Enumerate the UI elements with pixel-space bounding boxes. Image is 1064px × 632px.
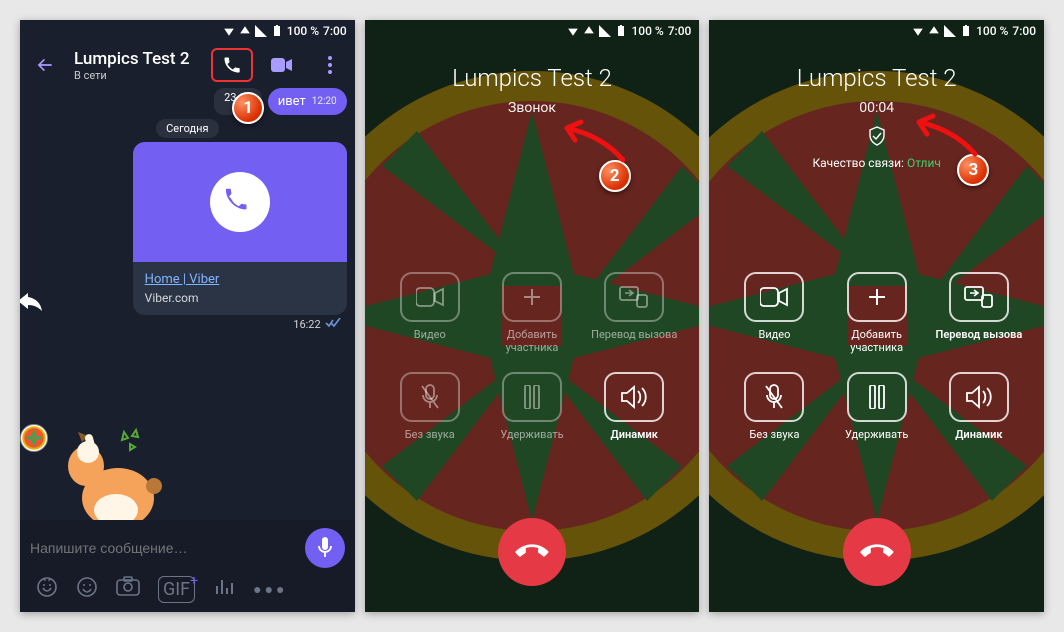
annotation-arrow-2 (555, 118, 625, 164)
encryption-shield-icon (868, 126, 886, 150)
read-checks-icon (325, 318, 341, 328)
video-icon (416, 287, 444, 307)
call-content: Lumpics Test 2 00:04 Качество связи: Отл… (709, 20, 1044, 612)
battery-icon (271, 25, 283, 37)
phone-icon (222, 55, 242, 75)
annotation-badge-3: 3 (957, 154, 989, 186)
phone-3-connected: 100 % 7:00 Lumpics Test 2 00:04 Качество… (709, 20, 1044, 612)
viber-logo-icon (208, 170, 272, 234)
sticker-picker-icon[interactable] (36, 576, 58, 603)
camera-icon[interactable] (116, 576, 140, 603)
forward-icon[interactable] (20, 293, 42, 317)
kebab-icon (328, 56, 332, 74)
call-buttons-grid: Видео Добавить участника Перевод вызова … (365, 272, 700, 442)
call-btn-transfer[interactable]: Перевод вызова (928, 272, 1030, 354)
emoji-picker-icon[interactable] (76, 576, 98, 603)
presence-text: В сети (74, 69, 201, 82)
pause-icon (868, 385, 886, 409)
call-content: Lumpics Test 2 Звонок 2 Видео Добавить у… (365, 20, 700, 612)
call-btn-add[interactable]: Добавить участника (826, 272, 928, 354)
mic-off-icon (764, 384, 784, 410)
chat-title-area[interactable]: Lumpics Test 2 В сети (74, 49, 201, 82)
call-btn-transfer[interactable]: Перевод вызова (583, 272, 685, 354)
mic-icon (316, 537, 334, 559)
call-btn-speaker[interactable]: Динамик (583, 372, 685, 441)
more-menu-button[interactable] (311, 46, 349, 84)
mic-off-icon (420, 384, 440, 410)
call-btn-hold[interactable]: Удерживать (826, 372, 928, 441)
poll-icon[interactable] (213, 576, 235, 603)
compose-bar: GIF+ ●●● (20, 520, 355, 612)
call-btn-add[interactable]: Добавить участника (481, 272, 583, 354)
cell-bars-icon (255, 25, 267, 37)
video-icon (760, 287, 788, 307)
call-btn-video[interactable]: Видео (723, 272, 825, 354)
quality-line: Качество связи: Отлич (812, 156, 940, 170)
chat-header: Lumpics Test 2 В сети (20, 42, 355, 88)
speaker-icon (965, 385, 993, 409)
link-title[interactable]: Home | Viber (145, 272, 220, 287)
video-call-button[interactable] (263, 46, 301, 84)
message-bubble-1[interactable]: ивет 12:20 (268, 88, 347, 115)
message-input[interactable] (30, 540, 295, 556)
status-bar: 100 % 7:00 (365, 20, 700, 42)
call-btn-mute[interactable]: Без звука (379, 372, 481, 441)
back-arrow-icon (35, 55, 55, 75)
cat-thumbsup-sticker (56, 424, 176, 534)
video-icon (271, 57, 293, 73)
hangup-icon (854, 529, 899, 574)
signal-down-icon (223, 25, 235, 37)
call-btn-mute[interactable]: Без звука (723, 372, 825, 441)
annotation-badge-1: 1 (232, 92, 264, 124)
speaker-icon (620, 385, 648, 409)
call-status-text: Звонок (508, 100, 556, 116)
battery-text: 100 % (287, 24, 319, 38)
pause-icon (523, 385, 541, 409)
hangup-button[interactable] (843, 518, 911, 586)
link-domain: Viber.com (145, 291, 335, 305)
back-button[interactable] (26, 46, 64, 84)
hangup-button[interactable] (498, 518, 566, 586)
link-timestamp: 16:22 (293, 318, 320, 331)
plus-icon (865, 285, 889, 309)
call-btn-speaker[interactable]: Динамик (928, 372, 1030, 441)
annotation-arrow-3 (907, 112, 977, 158)
chat-body[interactable]: 23.04 ивет 12:20 Сегодня Home | Viber Vi… (20, 88, 355, 520)
status-bar: 100 % 7:00 (709, 20, 1044, 42)
call-buttons-grid: Видео Добавить участника Перевод вызова … (709, 272, 1044, 442)
call-btn-hold[interactable]: Удерживать (481, 372, 583, 441)
link-preview-image (133, 142, 347, 262)
call-btn-video[interactable]: Видео (379, 272, 481, 354)
date-chip-today: Сегодня (156, 119, 218, 138)
transfer-icon (964, 286, 994, 308)
voice-call-button[interactable] (211, 48, 253, 82)
transfer-icon (619, 286, 649, 308)
call-timer: 00:04 (859, 100, 894, 116)
hangup-icon (509, 529, 554, 574)
call-contact-name: Lumpics Test 2 (452, 64, 612, 92)
gif-icon[interactable]: GIF+ (158, 576, 195, 603)
clock-text: 7:00 (323, 24, 347, 38)
sticker-message[interactable] (56, 424, 176, 534)
status-bar: 100 % 7:00 (20, 20, 355, 42)
sender-avatar[interactable] (20, 424, 48, 452)
phone-1-chat: 100 % 7:00 Lumpics Test 2 В сети 1 23.04… (20, 20, 355, 612)
link-preview-card[interactable]: Home | Viber Viber.com (133, 142, 347, 315)
phone-2-calling: 100 % 7:00 Lumpics Test 2 Звонок 2 Видео… (365, 20, 700, 612)
annotation-badge-2: 2 (599, 160, 631, 192)
call-contact-name: Lumpics Test 2 (797, 64, 957, 92)
signal-up-icon (239, 25, 251, 37)
attach-row: GIF+ ●●● (30, 576, 345, 603)
voice-message-button[interactable] (305, 528, 345, 568)
contact-name: Lumpics Test 2 (74, 49, 201, 69)
more-icon[interactable]: ●●● (253, 581, 287, 598)
plus-icon (520, 285, 544, 309)
